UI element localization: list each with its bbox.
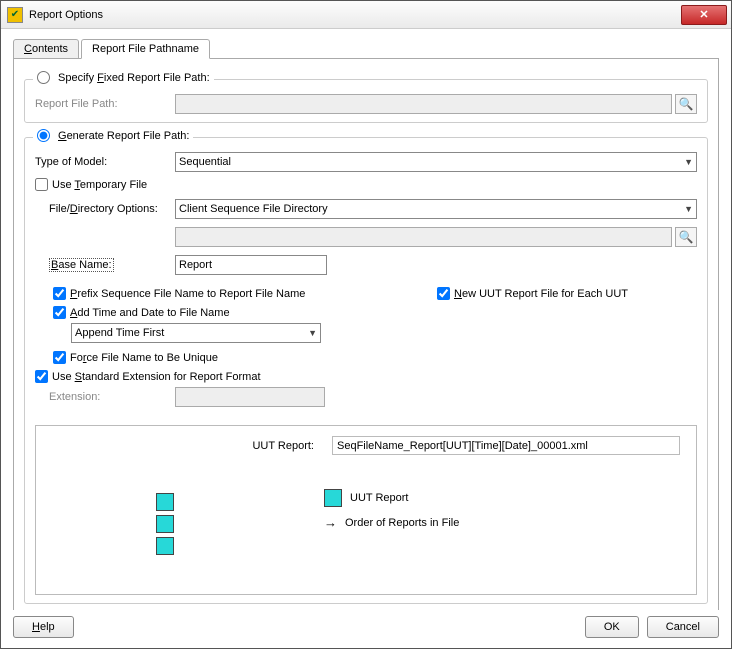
type-of-model-select[interactable]: Sequential ▼	[175, 152, 697, 172]
square-icon	[156, 537, 174, 555]
radio-specify-fixed[interactable]	[37, 71, 50, 84]
uut-report-value: SeqFileName_Report[UUT][Time][Date]_0000…	[332, 436, 680, 455]
chevron-down-icon: ▼	[308, 328, 317, 338]
chevron-down-icon: ▼	[684, 157, 693, 167]
app-icon: ✔	[7, 7, 23, 23]
extension-label: Extension:	[49, 391, 175, 403]
square-icon	[156, 493, 174, 511]
preview-panel: UUT Report: SeqFileName_Report[UUT][Time…	[35, 425, 697, 595]
group-specify-fixed: Specify Fixed Report File Path: Report F…	[24, 79, 708, 123]
file-directory-value: Client Sequence File Directory	[179, 203, 328, 215]
add-time-date-checkbox[interactable]	[53, 306, 66, 319]
file-directory-label: File/Directory Options:	[49, 203, 175, 215]
report-options-window: ✔ Report Options ✕ Contents Report File …	[0, 0, 732, 649]
chevron-down-icon: ▼	[684, 204, 693, 214]
legend-uut-report: UUT Report	[350, 492, 408, 504]
tab-panel-pathname: Specify Fixed Report File Path: Report F…	[13, 58, 719, 610]
specify-fixed-legend: Specify Fixed Report File Path:	[58, 72, 210, 84]
use-temporary-file-checkbox[interactable]	[35, 178, 48, 191]
new-uut-checkbox[interactable]	[437, 287, 450, 300]
tab-report-file-pathname[interactable]: Report File Pathname	[81, 39, 210, 59]
extension-field	[175, 387, 325, 407]
help-button[interactable]: Help	[13, 616, 74, 638]
force-unique-label: Force File Name to Be Unique	[70, 352, 218, 364]
browse-directory-button[interactable]: 🔍	[675, 227, 697, 247]
group-generate: Generate Report File Path: Type of Model…	[24, 137, 708, 604]
close-button[interactable]: ✕	[681, 5, 727, 25]
tab-bar: Contents Report File Pathname	[13, 39, 719, 59]
generate-legend: Generate Report File Path:	[58, 130, 189, 142]
use-std-ext-checkbox[interactable]	[35, 370, 48, 383]
radio-generate[interactable]	[37, 129, 50, 142]
base-name-label: Base Name:	[49, 259, 175, 271]
directory-path-field	[175, 227, 672, 247]
report-file-path-field	[175, 94, 672, 114]
tab-contents[interactable]: Contents	[13, 39, 79, 59]
arrow-right-icon: →	[324, 515, 337, 530]
use-temporary-file-label: Use Temporary File	[52, 179, 147, 191]
type-of-model-label: Type of Model:	[35, 156, 175, 168]
type-of-model-value: Sequential	[179, 156, 231, 168]
append-time-select[interactable]: Append Time First ▼	[71, 323, 321, 343]
report-file-path-label: Report File Path:	[35, 98, 175, 110]
legend-order: Order of Reports in File	[345, 517, 459, 529]
report-stack-icon	[156, 493, 174, 555]
base-name-input[interactable]	[175, 255, 327, 275]
content-area: Contents Report File Pathname document.q…	[1, 29, 731, 610]
browse-fixed-path-button[interactable]: 🔍	[675, 94, 697, 114]
append-time-value: Append Time First	[75, 327, 164, 339]
window-title: Report Options	[29, 9, 681, 21]
square-icon	[156, 515, 174, 533]
new-uut-label: New UUT Report File for Each UUT	[454, 288, 628, 300]
cancel-button[interactable]: Cancel	[647, 616, 719, 638]
add-time-date-label: Add Time and Date to File Name	[70, 307, 230, 319]
uut-report-label: UUT Report:	[52, 440, 332, 452]
use-std-ext-label: Use Standard Extension for Report Format	[52, 371, 261, 383]
force-unique-checkbox[interactable]	[53, 351, 66, 364]
use-temporary-file-row: Use Temporary File	[35, 178, 697, 191]
titlebar: ✔ Report Options ✕	[1, 1, 731, 29]
prefix-sequence-checkbox[interactable]	[53, 287, 66, 300]
prefix-sequence-label: Prefix Sequence File Name to Report File…	[70, 288, 305, 300]
dialog-buttons: Help OK Cancel	[1, 610, 731, 648]
ok-button[interactable]: OK	[585, 616, 639, 638]
file-directory-select[interactable]: Client Sequence File Directory ▼	[175, 199, 697, 219]
square-icon	[324, 489, 342, 507]
